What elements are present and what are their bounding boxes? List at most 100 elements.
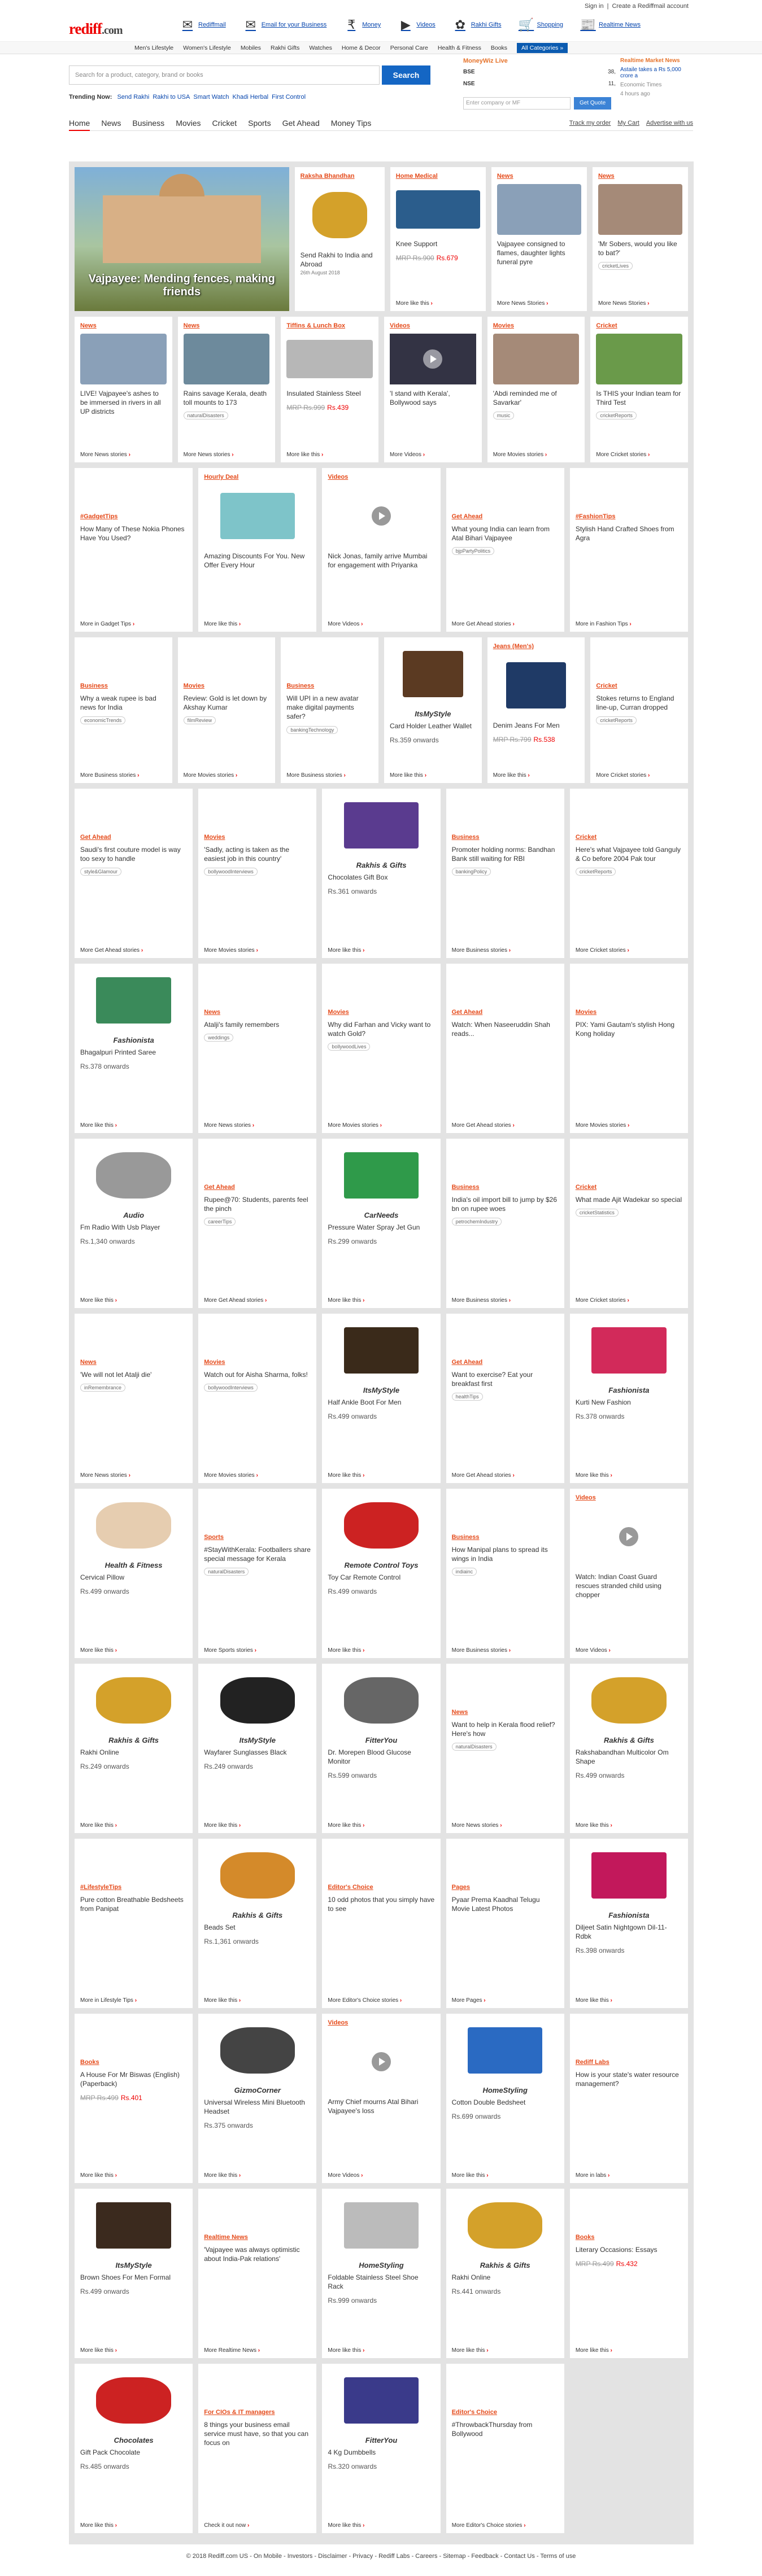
section-tag[interactable]: Books: [576, 2234, 682, 2241]
more-link[interactable]: More like this ›: [390, 772, 426, 779]
card-title[interactable]: Cervical Pillow: [80, 1573, 187, 1582]
content-card[interactable]: CarNeeds Pressure Water Spray Jet Gun Rs.2…: [322, 1139, 441, 1308]
content-card[interactable]: Business How Manipal plans to spread its …: [446, 1489, 564, 1658]
card-title[interactable]: Atalji's family remembers: [204, 1020, 311, 1029]
section-tag[interactable]: Videos: [328, 2019, 434, 2026]
play-icon[interactable]: [372, 2052, 391, 2071]
card-title[interactable]: Beads Set: [204, 1923, 311, 1932]
card-title[interactable]: Promoter holding norms: Bandhan Bank sti…: [452, 845, 559, 863]
topic-chip[interactable]: cricketReports: [596, 412, 637, 420]
card-title[interactable]: 'We will not let Atalji die': [80, 1370, 187, 1379]
tab-news[interactable]: News: [101, 119, 121, 131]
content-card[interactable]: ItsMyStyle Wayfarer Sunglasses Black Rs.24…: [198, 1664, 317, 1833]
section-tag[interactable]: News: [80, 322, 167, 329]
content-card[interactable]: Fashionista Kurti New Fashion Rs.378 onwar…: [569, 1314, 689, 1483]
more-link[interactable]: More like this ›: [204, 1997, 241, 2004]
video-image[interactable]: [390, 334, 476, 384]
person-image[interactable]: [598, 184, 683, 235]
section-tag[interactable]: Business: [286, 683, 373, 689]
category-link[interactable]: Men's Lifestyle: [134, 45, 173, 51]
more-link[interactable]: More Get Ahead stories ›: [80, 947, 143, 954]
content-card[interactable]: Movies Why did Farhan and Vicky want to w…: [322, 964, 441, 1133]
topic-chip[interactable]: careerTips: [204, 1218, 236, 1226]
content-card[interactable]: Business Promoter holding norms: Bandhan …: [446, 789, 564, 958]
content-card[interactable]: Jeans (Men's) Denim Jeans For Men MRP Rs.7…: [487, 637, 585, 783]
more-link[interactable]: More News stories ›: [204, 1122, 254, 1129]
card-title[interactable]: Bhagalpuri Printed Saree: [80, 1048, 187, 1057]
topic-chip[interactable]: bjpPartyPolitics: [451, 547, 495, 556]
card-title[interactable]: Send Rakhi to India and Abroad: [301, 251, 379, 269]
tab-cricket[interactable]: Cricket: [212, 119, 237, 131]
more-link[interactable]: More in Lifestyle Tips ›: [80, 1997, 137, 2004]
more-link[interactable]: More News stories ›: [80, 1472, 130, 1479]
card-title[interactable]: Stylish Hand Crafted Shoes from Agra: [576, 524, 682, 543]
content-card[interactable]: Movies 'Abdi reminded me of Savarkar' musi…: [487, 317, 585, 462]
card-title[interactable]: 8 things your business email service mus…: [204, 2420, 311, 2448]
card-title[interactable]: #ThrowbackThursday from Bollywood: [452, 2420, 559, 2438]
card-title[interactable]: Kurti New Fashion: [576, 1398, 682, 1407]
more-link[interactable]: More like this ›: [80, 2522, 117, 2529]
content-card[interactable]: HomeStyling Foldable Stainless Steel Shoe…: [322, 2189, 441, 2358]
radio-image[interactable]: [80, 1144, 187, 1206]
section-tag[interactable]: #GadgetTips: [80, 513, 187, 520]
category-link[interactable]: Health & Fitness: [438, 45, 481, 51]
more-link[interactable]: More like this ›: [576, 1997, 612, 2004]
content-card[interactable]: Editor's Choice #ThrowbackThursday from B…: [446, 2364, 564, 2533]
card-title[interactable]: Cotton Double Bedsheet: [452, 2098, 559, 2107]
section-tag[interactable]: Realtime News: [204, 2234, 311, 2241]
more-link[interactable]: More in Gadget Tips ›: [80, 621, 134, 627]
more-link[interactable]: More Movies stories ›: [493, 452, 547, 458]
content-card[interactable]: Rakhis & Gifts Beads Set Rs.1,361 onwards M…: [198, 1839, 317, 2008]
section-tag[interactable]: For CIOs & IT managers: [204, 2409, 311, 2416]
content-card[interactable]: Remote Control Toys Toy Car Remote Contro…: [322, 1489, 441, 1658]
content-card[interactable]: News Rains savage Kerala, death toll moun…: [177, 317, 276, 462]
rakhi-image[interactable]: [452, 2194, 559, 2256]
jeans-image[interactable]: [493, 654, 580, 716]
more-link[interactable]: More Business stories ›: [452, 947, 511, 954]
section-tag[interactable]: Books: [80, 2059, 187, 2066]
card-title[interactable]: Pure cotton Breathable Bedsheets from Pa…: [80, 1895, 187, 1913]
topic-chip[interactable]: bollywoodInterviews: [204, 868, 258, 876]
card-title[interactable]: 'Abdi reminded me of Savarkar': [493, 389, 580, 407]
more-link[interactable]: More Sports stories ›: [204, 1647, 256, 1654]
header-link-cart[interactable]: 🛒 Shopping: [519, 18, 563, 32]
more-link[interactable]: More News stories ›: [184, 452, 234, 458]
wallet-image[interactable]: [390, 643, 476, 705]
section-tag[interactable]: Get Ahead: [80, 834, 187, 841]
card-title[interactable]: What young India can learn from Atal Bih…: [452, 524, 559, 543]
more-link[interactable]: More like this ›: [328, 1822, 364, 1829]
content-card[interactable]: Cricket What made Ajit Wadekar so special…: [569, 1139, 689, 1308]
topic-chip[interactable]: naturalDisasters: [451, 1743, 497, 1751]
more-link[interactable]: More Videos ›: [328, 2172, 363, 2179]
card-title[interactable]: 'Vajpayee was always optimistic about In…: [204, 2245, 311, 2263]
tab-home[interactable]: Home: [69, 119, 90, 131]
content-card[interactable]: Videos Watch: Indian Coast Guard rescues …: [569, 1489, 689, 1658]
topic-chip[interactable]: naturalDisasters: [183, 412, 228, 420]
news-image[interactable]: [497, 184, 581, 235]
chocgift-image[interactable]: [328, 794, 434, 856]
card-title[interactable]: How Manipal plans to spread its wings in…: [452, 1545, 559, 1563]
content-card[interactable]: Rakhis & Gifts Chocolates Gift Box Rs.361 …: [322, 789, 441, 958]
card-title[interactable]: #StayWithKerala: Footballers share speci…: [204, 1545, 311, 1563]
hero-story[interactable]: Vajpayee: Mending fences, making friends: [75, 167, 289, 311]
category-link[interactable]: Women's Lifestyle: [183, 45, 231, 51]
header-link-money[interactable]: ₹ Money: [343, 18, 381, 32]
section-tag[interactable]: Videos: [576, 1494, 682, 1501]
card-title[interactable]: Watch: Indian Coast Guard rescues strand…: [576, 1572, 682, 1600]
topic-chip[interactable]: weddings: [204, 1034, 234, 1042]
card-title[interactable]: Here's what Vajpayee told Ganguly & Co b…: [576, 845, 682, 863]
tab-right-link[interactable]: My Cart: [617, 120, 639, 126]
content-card[interactable]: Business Will UPI in a new avatar make di…: [281, 637, 379, 783]
section-tag[interactable]: Tiffins & Lunch Box: [286, 322, 373, 329]
content-card[interactable]: News 'We will not let Atalji die' inRememb…: [75, 1314, 193, 1483]
tab-get-ahead[interactable]: Get Ahead: [282, 119, 320, 131]
category-link[interactable]: Personal Care: [390, 45, 428, 51]
more-link[interactable]: More like this ›: [328, 2347, 364, 2354]
section-tag[interactable]: News: [204, 1009, 311, 1016]
card-title[interactable]: PIX: Yami Gautam's stylish Hong Kong hol…: [576, 1020, 682, 1038]
knee-image[interactable]: [395, 184, 480, 235]
section-tag[interactable]: Get Ahead: [452, 1359, 559, 1366]
section-tag[interactable]: #LifestyleTips: [80, 1884, 187, 1891]
section-tag[interactable]: News: [80, 1359, 187, 1366]
content-card[interactable]: Raksha Bhandhan Send Rakhi to India and A…: [294, 167, 385, 311]
